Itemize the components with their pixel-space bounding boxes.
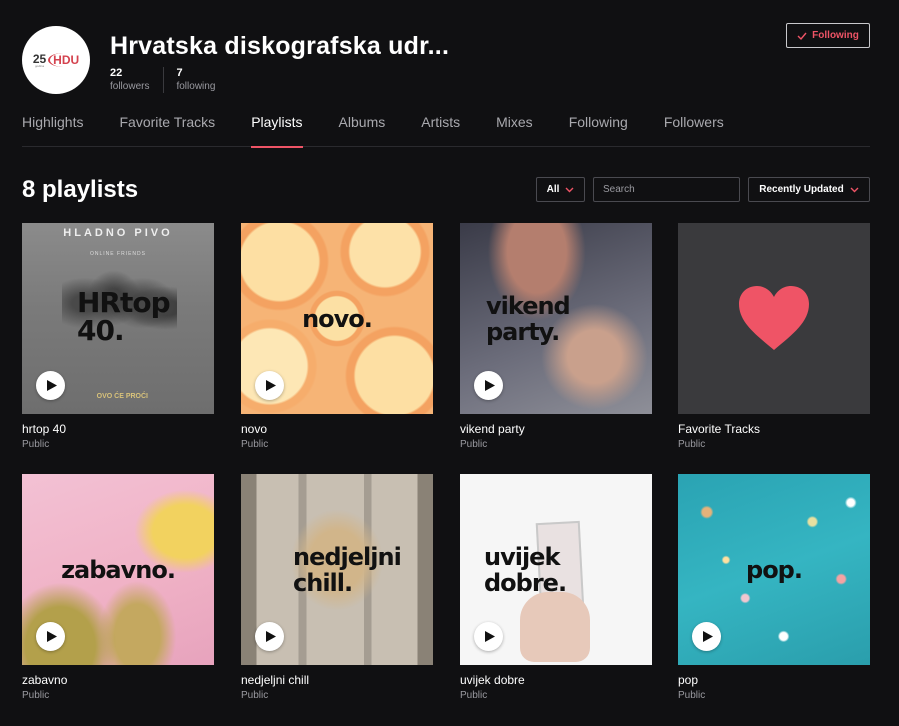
playlist-card[interactable]: uvijek dobre. uvijek dobre Public <box>460 474 652 702</box>
playlist-title[interactable]: nedjeljni chill <box>241 673 433 687</box>
tab-followers[interactable]: Followers <box>664 114 724 147</box>
logo-25-years: 25 godina <box>33 53 46 68</box>
playlist-title[interactable]: vikend party <box>460 422 652 436</box>
playlist-cover[interactable]: uvijek dobre. <box>460 474 652 665</box>
profile-avatar[interactable]: 25 godina HDU <box>22 26 90 94</box>
playlist-cover[interactable]: pop. <box>678 474 870 665</box>
playlist-cover[interactable]: nedjeljni chill. <box>241 474 433 665</box>
check-icon <box>797 32 807 40</box>
play-button[interactable] <box>36 371 65 400</box>
playlist-card[interactable]: Favorite Tracks Public <box>678 223 870 451</box>
following-stat[interactable]: 7 following <box>163 67 229 93</box>
play-icon <box>46 380 57 391</box>
playlist-title[interactable]: uvijek dobre <box>460 673 652 687</box>
playlists-count-title: 8 playlists <box>22 176 139 203</box>
tab-playlists[interactable]: Playlists <box>251 114 303 148</box>
playlist-card[interactable]: vikend party. vikend party Public <box>460 223 652 451</box>
cover-tag-text: OVO ĆE PROĆI <box>96 393 148 400</box>
play-button[interactable] <box>474 371 503 400</box>
tab-highlights[interactable]: Highlights <box>22 114 83 147</box>
hand-image <box>520 592 590 662</box>
heart-icon <box>739 286 809 350</box>
playlist-visibility: Public <box>460 690 488 701</box>
cover-title-text: uvijek dobre. <box>484 543 567 597</box>
playlist-title[interactable]: pop <box>678 673 870 687</box>
play-icon <box>484 380 495 391</box>
playlist-card[interactable]: pop. pop Public <box>678 474 870 702</box>
playlist-visibility: Public <box>22 690 50 701</box>
playlist-card[interactable]: nedjeljni chill. nedjeljni chill Public <box>241 474 433 702</box>
playlist-visibility: Public <box>241 439 269 450</box>
tab-following[interactable]: Following <box>569 114 628 147</box>
followers-stat[interactable]: 22 followers <box>110 67 163 93</box>
cover-title-text: vikend party. <box>486 292 571 346</box>
playlist-cover[interactable]: zabavno. <box>22 474 214 665</box>
playlist-card[interactable]: zabavno. zabavno Public <box>22 474 214 702</box>
cover-title-text: novo. <box>302 305 373 333</box>
cover-title-text: nedjeljni chill. <box>293 543 402 597</box>
play-button[interactable] <box>36 622 65 651</box>
playlist-visibility: Public <box>460 439 488 450</box>
playlist-card[interactable]: HLADNO PIVO ONLINE FRIENDS HRtop 40. OVO… <box>22 223 214 451</box>
play-icon <box>702 631 713 642</box>
play-icon <box>265 631 276 642</box>
cover-sub-text: ONLINE FRIENDS <box>90 251 146 257</box>
play-icon <box>46 631 57 642</box>
playlist-cover[interactable] <box>678 223 870 414</box>
sort-dropdown[interactable]: Recently Updated <box>748 177 870 202</box>
tab-artists[interactable]: Artists <box>421 114 460 147</box>
profile-name: Hrvatska diskografska udr... <box>110 32 450 60</box>
sort-value: Recently Updated <box>759 184 844 195</box>
playlist-visibility: Public <box>22 439 50 450</box>
cover-title-text: pop. <box>746 556 803 584</box>
filter-value: All <box>546 184 560 195</box>
playlist-visibility: Public <box>241 690 269 701</box>
filter-dropdown[interactable]: All <box>536 177 585 202</box>
chevron-down-icon <box>850 187 859 192</box>
play-button[interactable] <box>255 371 284 400</box>
playlist-title[interactable]: Favorite Tracks <box>678 422 870 436</box>
play-icon <box>484 631 495 642</box>
search-input[interactable] <box>593 177 740 202</box>
play-button[interactable] <box>692 622 721 651</box>
following-label: following <box>176 81 216 92</box>
cover-title-text: zabavno. <box>61 556 176 584</box>
playlist-title[interactable]: novo <box>241 422 433 436</box>
profile-stats: 22 followers 7 following <box>110 67 229 93</box>
logo-brand: HDU <box>48 53 79 67</box>
playlist-cover[interactable]: novo. <box>241 223 433 414</box>
playlist-visibility: Public <box>678 439 706 450</box>
playlist-title[interactable]: hrtop 40 <box>22 422 214 436</box>
followers-count: 22 <box>110 67 123 79</box>
profile-tabs: Highlights Favorite Tracks Playlists Alb… <box>22 114 870 148</box>
tab-mixes[interactable]: Mixes <box>496 114 533 147</box>
tab-albums[interactable]: Albums <box>339 114 386 147</box>
play-button[interactable] <box>255 622 284 651</box>
following-button[interactable]: Following <box>786 23 870 48</box>
play-button[interactable] <box>474 622 503 651</box>
play-icon <box>265 380 276 391</box>
following-button-label: Following <box>812 30 859 41</box>
tab-favorite-tracks[interactable]: Favorite Tracks <box>119 114 215 147</box>
playlist-title[interactable]: zabavno <box>22 673 214 687</box>
playlist-cover[interactable]: vikend party. <box>460 223 652 414</box>
following-count: 7 <box>176 67 183 79</box>
cover-title-text: HRtop 40. <box>77 286 171 347</box>
chevron-down-icon <box>565 187 574 192</box>
cover-band-text: HLADNO PIVO <box>63 227 173 239</box>
playlist-visibility: Public <box>678 690 706 701</box>
playlist-card[interactable]: novo. novo Public <box>241 223 433 451</box>
playlist-cover[interactable]: HLADNO PIVO ONLINE FRIENDS HRtop 40. OVO… <box>22 223 214 414</box>
hdu-logo: 25 godina HDU <box>33 53 79 68</box>
followers-label: followers <box>110 81 150 92</box>
